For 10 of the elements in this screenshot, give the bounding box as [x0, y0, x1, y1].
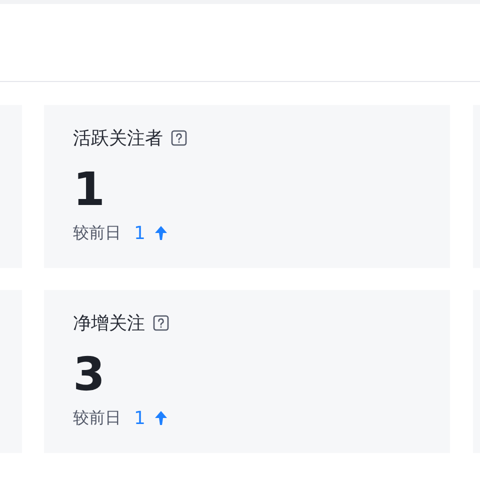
card-title: 净增关注	[73, 312, 145, 335]
change-value: 1	[134, 408, 146, 428]
stat-value: 3	[73, 346, 106, 403]
help-icon[interactable]	[171, 130, 187, 146]
change-value: 1	[134, 222, 146, 244]
stat-value: 1	[73, 161, 106, 218]
help-icon[interactable]	[153, 315, 169, 331]
compare-label: 较前日	[73, 222, 121, 244]
card-title: 活跃关注者	[73, 127, 163, 150]
compare-label: 较前日	[73, 408, 121, 428]
